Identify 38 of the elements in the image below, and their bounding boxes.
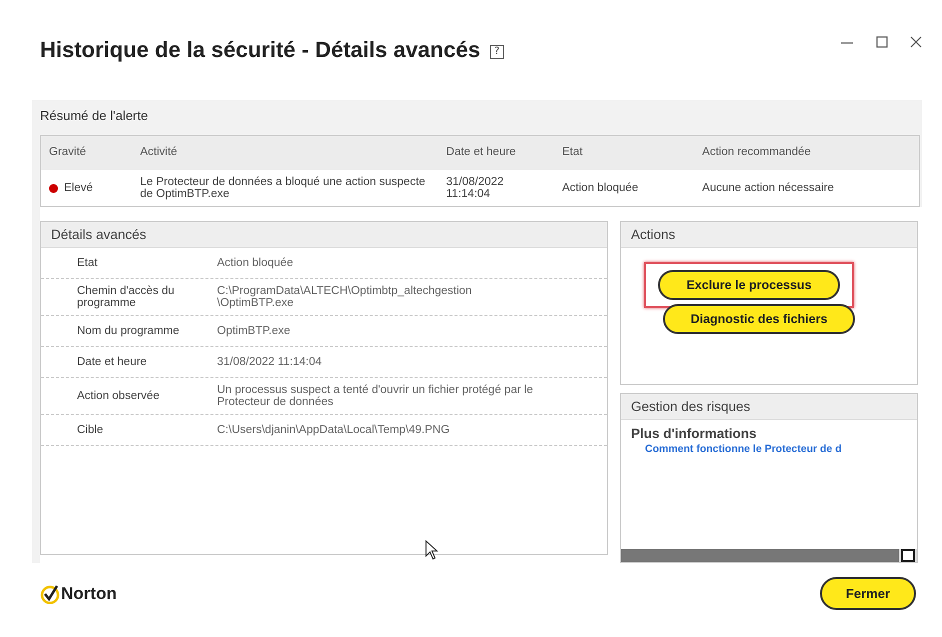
detail-label: Etat [76, 257, 98, 269]
column-header: Date et heure [438, 136, 554, 170]
scrollbar[interactable] [621, 549, 917, 562]
detail-value: Un processus suspect a tenté d'ouvrir un fichier protégé par le Protecteur de données [216, 384, 534, 408]
detail-label: Cible [76, 424, 104, 436]
detail-label: Date et heure [76, 356, 148, 368]
detail-label: Chemin d'accès du programme [76, 285, 176, 309]
checkmark-logo-icon [40, 584, 60, 604]
column-header: Action recommandée [694, 136, 920, 170]
column-header: Etat [554, 136, 694, 170]
help-link[interactable]: Comment fonctionne le Protecteur de d [621, 443, 917, 455]
info-heading: Plus d'informations [630, 425, 758, 443]
detail-value: 31/08/2022 11:14:04 [216, 356, 323, 368]
detail-label: Action observée [76, 390, 160, 402]
column-header: Activité [132, 136, 438, 170]
detail-value: C:\Users\djanin\AppData\Local\Temp\49.PNG [216, 424, 451, 436]
close-button[interactable]: Fermer [820, 577, 916, 610]
brand-name: Norton [61, 584, 117, 604]
table-cell: Le Protecteur de données a bloqué une action suspecte de OptimBTP.exe [140, 176, 426, 200]
window-title: Historique de la sécurité - Détails avancés [40, 37, 480, 63]
table-cell: Elevé [64, 182, 93, 194]
help-button[interactable]: ? [490, 45, 504, 59]
detail-value: C:\ProgramData\ALTECH\Optimbtp_altechgestion \OptimBTP.exe [216, 285, 473, 309]
detail-value: Action bloquée [216, 257, 294, 269]
detail-label: Nom du programme [76, 325, 180, 337]
column-header: Gravité [40, 136, 132, 170]
panel-heading: Actions [621, 222, 917, 248]
table-cell: Action bloquée [562, 182, 638, 194]
action-button[interactable]: Diagnostic des fichiers [662, 304, 856, 334]
table-cell: Aucune action nécessaire [702, 182, 834, 194]
table-cell: 31/08/2022 11:14:04 [446, 176, 504, 200]
detail-value: OptimBTP.exe [216, 325, 292, 337]
panel-heading: Gestion des risques [621, 394, 917, 420]
maximize-icon[interactable] [876, 36, 888, 48]
action-button[interactable]: Exclure le processus [658, 270, 840, 300]
close-icon[interactable] [910, 36, 922, 48]
section-heading: Résumé de l'alerte [40, 107, 149, 125]
panel-heading: Détails avancés [41, 222, 607, 248]
